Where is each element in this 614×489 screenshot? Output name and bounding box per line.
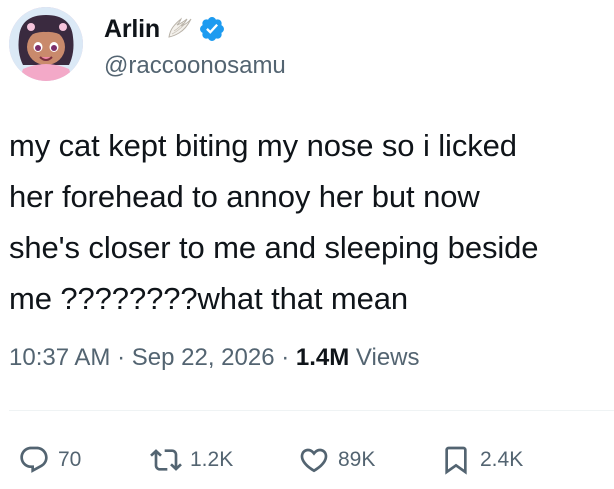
bookmark-count: 2.4K: [480, 448, 524, 471]
like-button[interactable]: 89K: [298, 440, 375, 480]
reply-button[interactable]: 70: [18, 440, 81, 480]
avatar[interactable]: [9, 7, 83, 81]
views-count: 1.4M: [295, 344, 356, 371]
meta-separator: ·: [281, 344, 296, 371]
views-label: Views: [355, 344, 420, 371]
meta-separator: ·: [117, 344, 132, 371]
bookmark-icon: [445, 446, 467, 475]
tweet-line: me ????????what that mean: [9, 281, 409, 316]
reply-count: 70: [58, 448, 82, 471]
repost-count: 1.2K: [190, 448, 234, 471]
tweet-line: she's closer to me and sleeping beside: [9, 230, 539, 265]
verified-badge-icon[interactable]: [198, 15, 226, 43]
reply-icon: [20, 446, 48, 473]
tweet-meta: 10:37 AM · Sep 22, 2026 · 1.4M Views: [9, 344, 420, 372]
repost-icon: [150, 449, 182, 471]
heart-icon: [300, 448, 328, 473]
user-handle[interactable]: @raccoonosamu: [104, 52, 286, 80]
like-count: 89K: [338, 448, 376, 471]
tweet-text: my cat kept biting my nose so i licked h…: [9, 120, 609, 324]
divider: [9, 410, 614, 411]
tweet-time[interactable]: 10:37 AM: [9, 344, 110, 371]
display-name[interactable]: Arlin: [104, 15, 160, 44]
avatar-illustration: [9, 7, 83, 81]
user-name-row: Arlin: [104, 13, 226, 45]
tweet-line: her forehead to annoy her but now: [9, 179, 480, 214]
tweet-date[interactable]: Sep 22, 2026: [132, 344, 275, 371]
bookmark-button[interactable]: 2.4K: [440, 440, 523, 480]
action-bar: 70 1.2K 89K 2.4K: [0, 440, 614, 480]
tweet-line: my cat kept biting my nose so i licked: [9, 128, 517, 163]
repost-button[interactable]: 1.2K: [150, 440, 233, 480]
angel-wing-emoji-icon: [166, 15, 194, 43]
